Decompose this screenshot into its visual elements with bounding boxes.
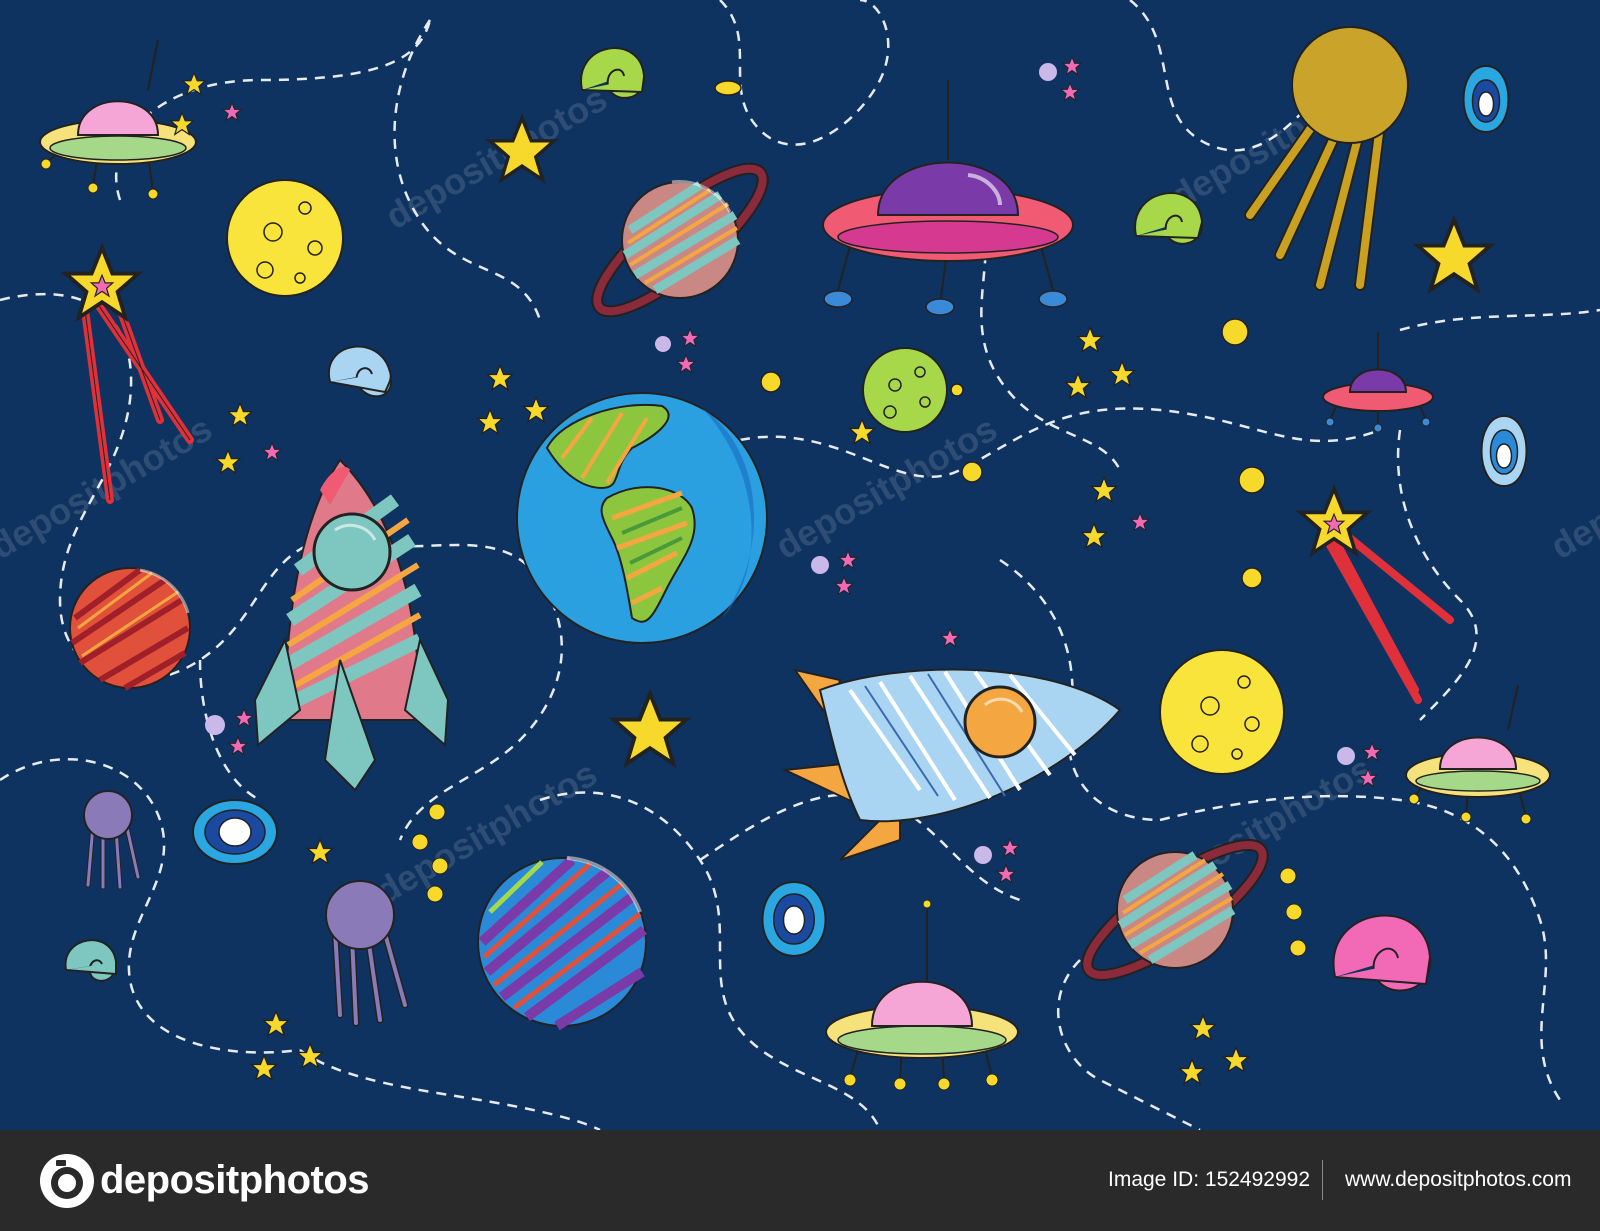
brand-logo-text: depositphotos bbox=[100, 1158, 370, 1202]
ringed-planet-top bbox=[591, 162, 769, 318]
blue-egg-icon bbox=[192, 799, 278, 865]
spiral-shell-icon bbox=[1332, 914, 1432, 992]
spiral-shell-icon bbox=[1134, 192, 1204, 245]
stock-footer-bar: depositphotos Image ID: 152492992 www.de… bbox=[0, 1130, 1600, 1231]
space-doodle-art: depositphotos depositphotos depositphoto… bbox=[0, 0, 1600, 1130]
watermark-text: depositphotos bbox=[1544, 407, 1600, 566]
ufo-purple-small bbox=[1322, 332, 1434, 433]
watermark-text: depositphotos bbox=[769, 407, 1004, 566]
ringed-planet-bottom bbox=[1081, 838, 1269, 982]
blue-egg-icon bbox=[761, 880, 827, 958]
watermark-text: depositphotos bbox=[379, 77, 614, 236]
jellyfish-small bbox=[83, 790, 141, 890]
footer-divider bbox=[1322, 1160, 1323, 1200]
rocket-vertical bbox=[253, 458, 450, 792]
image-id-value: 152492992 bbox=[1204, 1168, 1311, 1191]
blue-egg-icon bbox=[1480, 414, 1528, 488]
camera-logo-icon bbox=[40, 1154, 94, 1208]
yellow-moon bbox=[1159, 649, 1285, 775]
star-icon bbox=[1415, 217, 1493, 292]
blue-egg-icon bbox=[1462, 64, 1510, 134]
ufo-pink-right bbox=[1405, 684, 1551, 825]
ufo-purple-large bbox=[822, 80, 1074, 316]
yellow-moon bbox=[226, 179, 344, 297]
green-moon bbox=[862, 347, 964, 433]
spiral-shell-icon bbox=[327, 345, 393, 398]
rocket-horizontal bbox=[781, 668, 1122, 861]
space-illustration: depositphotos depositphotos depositphoto… bbox=[0, 0, 1600, 1130]
blue-striped-planet bbox=[477, 856, 647, 1031]
red-striped-planet bbox=[69, 567, 191, 691]
ufo-pink-bottom bbox=[825, 899, 1019, 1091]
ufo-pink-top-left bbox=[39, 39, 197, 200]
star-icon bbox=[222, 102, 242, 121]
spiral-shell-icon bbox=[580, 47, 646, 99]
spiral-shell-icon bbox=[64, 939, 118, 982]
star-icon bbox=[611, 691, 689, 766]
site-url-link[interactable]: www.depositphotos.com bbox=[1345, 1166, 1571, 1194]
image-id-text: Image ID: 152492992 bbox=[1108, 1166, 1310, 1194]
image-id-label: Image ID: bbox=[1108, 1168, 1200, 1191]
earth-planet bbox=[516, 392, 768, 644]
shooting-star-right bbox=[1298, 486, 1454, 704]
